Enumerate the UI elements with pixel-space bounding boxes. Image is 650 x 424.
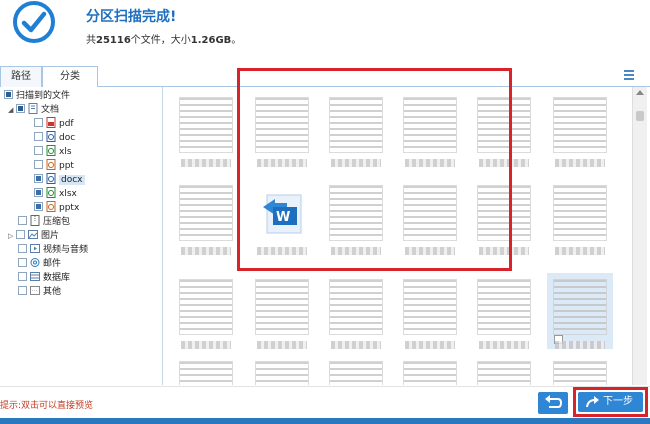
tab-path[interactable]: 路径 xyxy=(0,66,42,87)
word-document-icon: W xyxy=(263,194,302,234)
checkbox[interactable] xyxy=(18,258,27,267)
tree-item-ppt[interactable]: ppt xyxy=(34,159,74,173)
checkbox[interactable] xyxy=(34,146,43,155)
checkbox[interactable] xyxy=(18,272,27,281)
tree-item-doc[interactable]: doc xyxy=(34,131,75,145)
file-thumbnail[interactable] xyxy=(173,91,239,167)
file-thumbnail[interactable] xyxy=(173,355,239,385)
next-button[interactable]: 下一步 xyxy=(578,392,643,412)
powerpoint-file-icon xyxy=(46,201,56,212)
view-list-icon[interactable] xyxy=(624,70,634,80)
forward-arrow-icon xyxy=(586,396,599,408)
tree-item-root[interactable]: 扫描到的文件 xyxy=(4,89,70,103)
database-icon xyxy=(30,271,40,282)
file-thumbnail[interactable] xyxy=(323,179,389,255)
tab-category[interactable]: 分类 xyxy=(42,66,98,88)
file-thumbnail[interactable] xyxy=(471,355,537,385)
checkbox[interactable] xyxy=(18,286,27,295)
file-thumbnail[interactable] xyxy=(249,355,315,385)
file-thumbnail[interactable] xyxy=(323,91,389,167)
total-size: 1.26GB xyxy=(190,35,232,46)
checkbox[interactable] xyxy=(34,160,43,169)
bottom-bar xyxy=(0,418,650,424)
mail-icon xyxy=(30,257,40,268)
tree-item-archives[interactable]: 压缩包 xyxy=(18,215,70,229)
checkbox[interactable] xyxy=(34,118,43,127)
scrollbar-thumb[interactable] xyxy=(636,111,644,121)
checkbox[interactable] xyxy=(34,188,43,197)
file-thumbnail[interactable] xyxy=(323,273,389,349)
collapse-icon[interactable]: ◢ xyxy=(8,103,16,117)
file-thumbnail[interactable] xyxy=(397,355,463,385)
page-title: 分区扫描完成! xyxy=(86,9,177,25)
tree-item-media[interactable]: 视频与音频 xyxy=(18,243,88,257)
scroll-up-icon[interactable] xyxy=(636,90,644,95)
tab-bar: 路径 分类 xyxy=(0,66,650,88)
archive-icon xyxy=(30,215,40,226)
file-thumbnail[interactable] xyxy=(397,91,463,167)
back-button[interactable] xyxy=(538,392,568,414)
tree-item-xlsx[interactable]: xlsx xyxy=(34,187,77,201)
checkbox[interactable] xyxy=(18,244,27,253)
image-icon xyxy=(28,229,38,240)
svg-text:W: W xyxy=(276,210,290,225)
tree-item-pdf[interactable]: pdf xyxy=(34,117,74,131)
file-thumbnail[interactable] xyxy=(323,355,389,385)
tree-item-other[interactable]: ··· 其他 xyxy=(18,285,61,299)
checkbox[interactable] xyxy=(16,104,25,113)
header: 分区扫描完成! 共25116个文件，大小1.26GB。 xyxy=(0,0,650,62)
pdf-file-icon xyxy=(46,117,56,128)
success-check-icon xyxy=(13,1,55,43)
file-thumbnail[interactable] xyxy=(471,91,537,167)
tree-item-database[interactable]: 数据库 xyxy=(18,271,70,285)
tree-item-images[interactable]: ▷ 图片 xyxy=(8,229,59,243)
file-thumbnail[interactable] xyxy=(397,273,463,349)
checkbox[interactable] xyxy=(34,132,43,141)
tree-item-docx[interactable]: docx xyxy=(34,173,85,187)
file-thumbnail[interactable]: W xyxy=(249,179,315,255)
excel-file-icon xyxy=(46,145,56,156)
word-file-icon xyxy=(46,173,56,184)
tree-item-mail[interactable]: 邮件 xyxy=(18,257,61,271)
file-thumbnail[interactable] xyxy=(547,179,613,255)
tree-item-xls[interactable]: xls xyxy=(34,145,72,159)
checkbox[interactable] xyxy=(16,230,25,239)
file-thumbnail[interactable] xyxy=(471,179,537,255)
other-files-icon: ··· xyxy=(30,285,40,296)
file-thumbnail[interactable] xyxy=(397,179,463,255)
file-thumbnail-grid: W xyxy=(165,87,632,385)
file-thumbnail[interactable] xyxy=(471,273,537,349)
vertical-scrollbar[interactable] xyxy=(632,87,647,385)
document-folder-icon xyxy=(28,103,38,114)
file-thumbnail-selected[interactable] xyxy=(547,273,613,349)
excel-file-icon xyxy=(46,187,56,198)
next-button-label: 下一步 xyxy=(603,396,633,407)
tree-item-pptx[interactable]: pptx xyxy=(34,201,79,215)
undo-arrow-icon xyxy=(545,395,563,408)
next-button-highlight: 下一步 xyxy=(573,387,648,417)
svg-text:···: ··· xyxy=(32,288,38,295)
file-thumbnail[interactable] xyxy=(173,273,239,349)
category-tree: 扫描到的文件 ◢ 文档 pdf doc xls ppt docx xlsx ppt… xyxy=(0,87,163,385)
file-thumbnail[interactable] xyxy=(249,273,315,349)
checkbox[interactable] xyxy=(34,202,43,211)
preview-hint: 提示:双击可以直接预览 xyxy=(0,401,94,411)
file-thumbnail[interactable] xyxy=(173,179,239,255)
file-thumbnail[interactable] xyxy=(249,91,315,167)
word-file-icon xyxy=(46,131,56,142)
checkbox[interactable] xyxy=(18,216,27,225)
powerpoint-file-icon xyxy=(46,159,56,170)
video-icon xyxy=(30,243,40,254)
file-count: 25116 xyxy=(96,35,131,46)
expand-icon[interactable]: ▷ xyxy=(8,229,16,243)
file-thumbnail[interactable] xyxy=(547,355,613,385)
scan-summary: 共25116个文件，大小1.26GB。 xyxy=(86,35,242,46)
tree-item-documents[interactable]: ◢ 文档 xyxy=(8,103,59,117)
checkbox[interactable] xyxy=(4,90,13,99)
checkbox[interactable] xyxy=(34,174,43,183)
file-thumbnail[interactable] xyxy=(547,91,613,167)
